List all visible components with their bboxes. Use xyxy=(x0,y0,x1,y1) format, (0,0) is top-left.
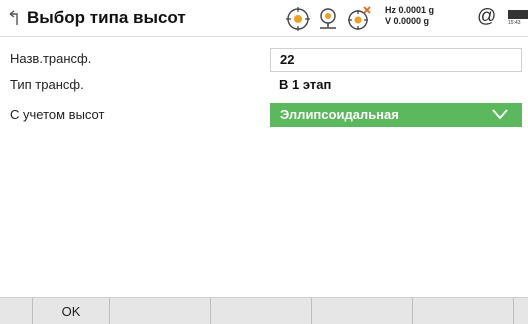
page-title: Выбор типа высот xyxy=(27,8,186,27)
height-type-dropdown[interactable]: Эллипсоидальная xyxy=(270,103,522,127)
field-label: Тип трансф. xyxy=(10,77,84,92)
height-type-value: Эллипсоидальная xyxy=(280,107,399,122)
target-icon xyxy=(286,7,310,31)
softkey-bar: OK xyxy=(0,297,528,324)
chevron-down-icon xyxy=(492,109,508,120)
softkey-f4[interactable] xyxy=(312,298,413,324)
transform-name-value: 22 xyxy=(280,52,295,67)
v-readout: V 0.0000 g xyxy=(385,16,430,26)
field-label: С учетом высот xyxy=(10,107,105,122)
softkey-f0 xyxy=(0,298,33,324)
compensator-off-icon xyxy=(348,6,371,30)
softkey-f5[interactable] xyxy=(413,298,514,324)
softkey-f3[interactable] xyxy=(211,298,312,324)
at-icon: @ xyxy=(477,6,497,27)
back-icon[interactable] xyxy=(8,10,22,26)
battery-bar xyxy=(508,10,528,19)
field-label: Назв.трансф. xyxy=(10,51,92,66)
field-row-height-type: С учетом высот Эллипсоидальная xyxy=(0,103,528,127)
prism-icon xyxy=(320,8,336,29)
title-bar: Выбор типа высот Hz 0.0001 g V 0.0000 g … xyxy=(0,0,528,37)
angle-readout: Hz 0.0001 g V 0.0000 g xyxy=(385,5,434,27)
ok-button-label: OK xyxy=(61,304,81,319)
transform-type-value: В 1 этап xyxy=(279,77,332,92)
transform-name-input[interactable]: 22 xyxy=(270,48,522,72)
field-row-transform-type: Тип трансф. В 1 этап xyxy=(0,74,528,98)
softkey-f2[interactable] xyxy=(110,298,211,324)
ok-button[interactable]: OK xyxy=(33,298,110,324)
hz-readout: Hz 0.0001 g xyxy=(385,5,435,15)
clock: 15:43 xyxy=(508,20,521,26)
battery-icon: 15:43 xyxy=(508,10,528,26)
field-row-transform-name: Назв.трансф. 22 xyxy=(0,48,528,72)
